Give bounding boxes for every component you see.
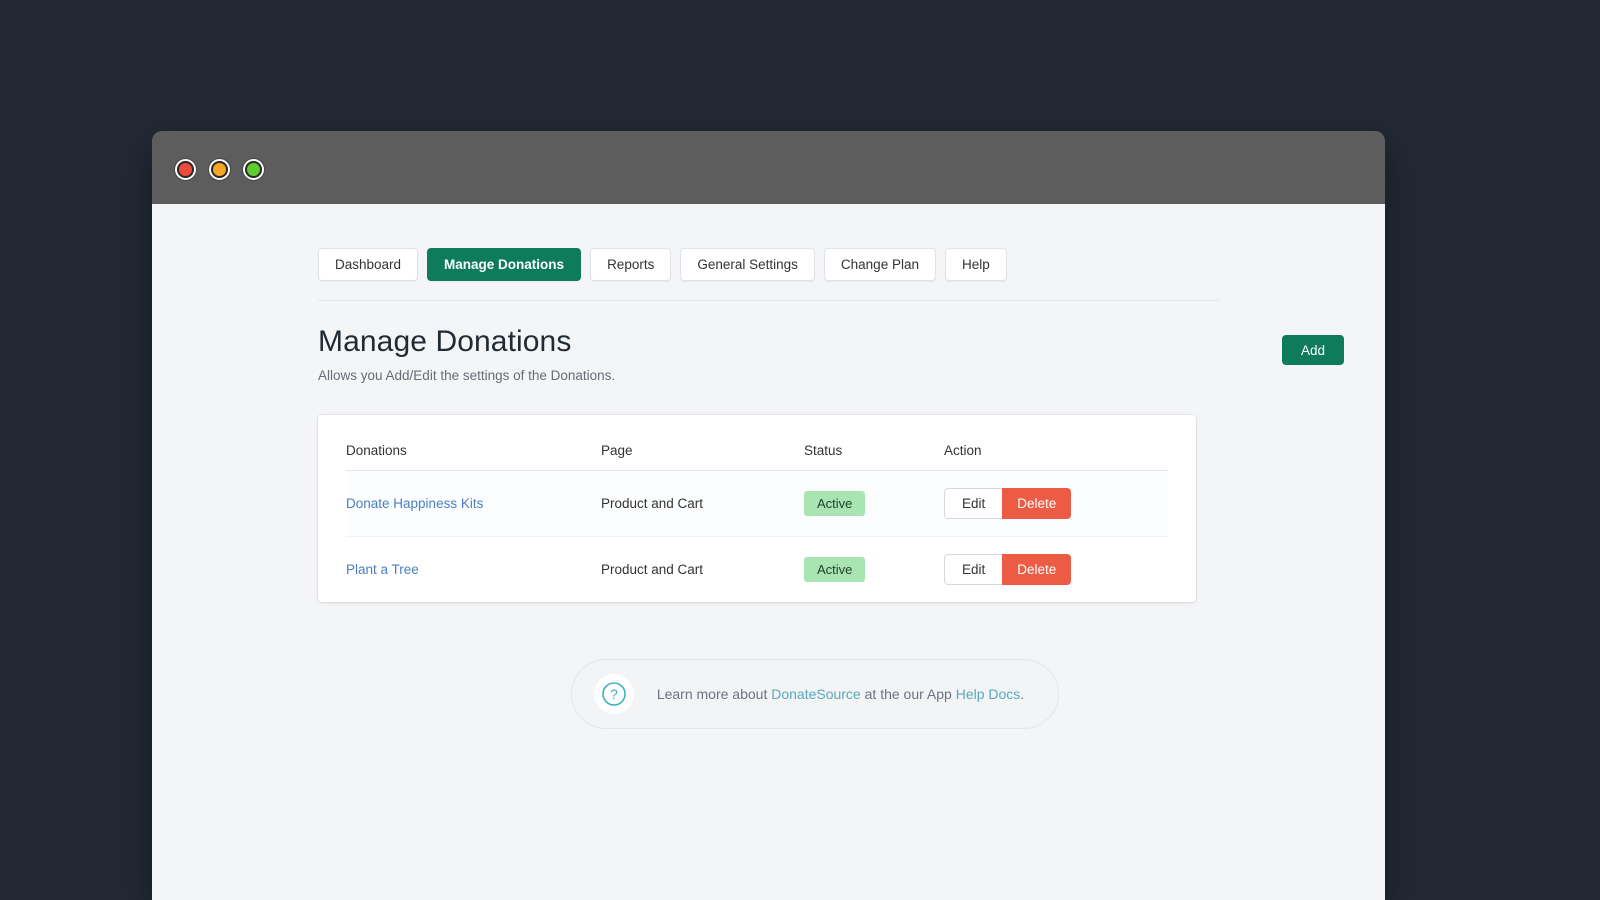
close-window-button[interactable] <box>175 159 196 180</box>
cell-page: Product and Cart <box>601 536 804 602</box>
help-text: Learn more about DonateSource at the our… <box>657 686 1024 702</box>
table-header: Donations Page Status Action <box>346 415 1168 471</box>
edit-button[interactable]: Edit <box>944 554 1002 585</box>
donatesource-link[interactable]: DonateSource <box>771 686 861 702</box>
page-header: Manage Donations Allows you Add/Edit the… <box>318 325 1368 383</box>
tab-dashboard[interactable]: Dashboard <box>318 248 418 281</box>
row-action-group: Edit Delete <box>944 554 1168 585</box>
delete-button[interactable]: Delete <box>1002 554 1071 585</box>
donation-link[interactable]: Donate Happiness Kits <box>346 496 483 511</box>
footer-area: ? Learn more about DonateSource at the o… <box>318 659 1368 729</box>
page-subtitle: Allows you Add/Edit the settings of the … <box>318 368 615 383</box>
table-body: Donate Happiness Kits Product and Cart A… <box>346 470 1168 602</box>
cell-page: Product and Cart <box>601 470 804 536</box>
help-docs-link[interactable]: Help Docs <box>956 686 1021 702</box>
window-titlebar <box>152 131 1385 204</box>
tab-manage-donations[interactable]: Manage Donations <box>427 248 581 281</box>
minimize-window-button[interactable] <box>209 159 230 180</box>
help-text-before: Learn more about <box>657 686 771 702</box>
row-action-group: Edit Delete <box>944 488 1168 519</box>
add-donation-button[interactable]: Add <box>1282 335 1344 365</box>
status-badge: Active <box>804 491 865 516</box>
page-header-text: Manage Donations Allows you Add/Edit the… <box>318 325 615 383</box>
donations-table-card: Donations Page Status Action Donate Happ… <box>318 415 1196 602</box>
tab-bar-divider <box>318 300 1219 301</box>
tab-general-settings[interactable]: General Settings <box>680 248 815 281</box>
page-content: Dashboard Manage Donations Reports Gener… <box>318 204 1368 729</box>
edit-button[interactable]: Edit <box>944 488 1002 519</box>
table-header-row: Donations Page Status Action <box>346 415 1168 471</box>
help-text-after: . <box>1020 686 1024 702</box>
tab-change-plan[interactable]: Change Plan <box>824 248 936 281</box>
donation-link[interactable]: Plant a Tree <box>346 562 419 577</box>
help-banner: ? Learn more about DonateSource at the o… <box>571 659 1059 729</box>
help-text-middle: at the our App <box>861 686 956 702</box>
column-header-status: Status <box>804 415 944 471</box>
column-header-donations: Donations <box>346 415 601 471</box>
status-badge: Active <box>804 557 865 582</box>
help-icon-wrapper: ? <box>594 674 634 714</box>
main-tab-bar: Dashboard Manage Donations Reports Gener… <box>318 204 1368 281</box>
delete-button[interactable]: Delete <box>1002 488 1071 519</box>
browser-window: Dashboard Manage Donations Reports Gener… <box>152 131 1385 900</box>
tab-help[interactable]: Help <box>945 248 1007 281</box>
traffic-lights <box>175 159 264 180</box>
donations-table: Donations Page Status Action Donate Happ… <box>346 415 1168 602</box>
svg-text:?: ? <box>610 686 618 702</box>
maximize-window-button[interactable] <box>243 159 264 180</box>
cell-action: Edit Delete <box>944 470 1168 536</box>
cell-donation-name: Plant a Tree <box>346 536 601 602</box>
cell-status: Active <box>804 470 944 536</box>
table-row: Plant a Tree Product and Cart Active Edi… <box>346 536 1168 602</box>
page-title: Manage Donations <box>318 325 615 360</box>
cell-status: Active <box>804 536 944 602</box>
cell-action: Edit Delete <box>944 536 1168 602</box>
cell-donation-name: Donate Happiness Kits <box>346 470 601 536</box>
tab-reports[interactable]: Reports <box>590 248 671 281</box>
column-header-action: Action <box>944 415 1168 471</box>
column-header-page: Page <box>601 415 804 471</box>
table-row: Donate Happiness Kits Product and Cart A… <box>346 470 1168 536</box>
question-mark-circle-icon: ? <box>601 681 627 707</box>
page-viewport: Dashboard Manage Donations Reports Gener… <box>152 204 1385 900</box>
